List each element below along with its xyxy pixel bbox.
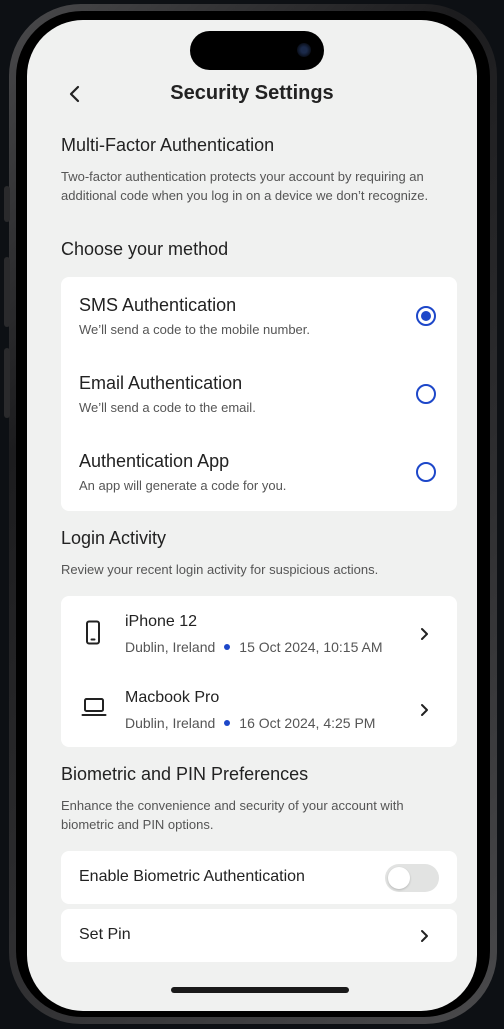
mfa-description: Two-factor authentication protects your … — [61, 169, 429, 203]
chevron-right-icon — [421, 628, 428, 640]
device-name: iPhone 12 — [125, 613, 198, 630]
biometric-heading: Biometric and PIN Preferences — [61, 764, 309, 784]
volume-up-button — [4, 257, 10, 327]
volume-down-button — [4, 348, 10, 418]
device-location: Dublin, Ireland — [125, 639, 216, 655]
method-subtitle: We’ll send a code to the mobile number. — [79, 322, 311, 337]
method-title: Authentication App — [79, 451, 230, 471]
home-indicator[interactable] — [171, 987, 349, 993]
login-activity-heading: Login Activity — [61, 528, 167, 548]
smartphone-icon — [86, 620, 100, 645]
device-meta: Dublin, Ireland 16 Oct 2024, 4:25 PM — [125, 715, 375, 731]
separator-dot — [224, 644, 231, 651]
camera-lens — [297, 43, 311, 57]
biometric-description: Enhance the convenience and security of … — [61, 798, 404, 832]
device-datetime: 16 Oct 2024, 4:25 PM — [239, 715, 376, 731]
method-title: SMS Authentication — [79, 295, 237, 315]
login-activity-card: iPhone 12 Dublin, Ireland 15 Oct 2024, 10… — [61, 596, 457, 747]
page-title: Security Settings — [170, 82, 334, 104]
method-option-sms[interactable]: SMS Authentication We’ll send a code to … — [61, 277, 457, 355]
method-title: Email Authentication — [79, 373, 243, 393]
method-option-email[interactable]: Email Authentication We’ll send a code t… — [61, 355, 457, 433]
radio-sms[interactable] — [416, 306, 436, 326]
device-name: Macbook Pro — [125, 689, 220, 706]
device-meta: Dublin, Ireland 15 Oct 2024, 10:15 AM — [125, 639, 383, 655]
method-subtitle: An app will generate a code for you. — [79, 478, 287, 493]
chevron-right-icon — [421, 930, 428, 942]
login-activity-description: Review your recent login activity for su… — [61, 562, 379, 577]
toggle-knob — [388, 867, 410, 889]
chevron-right-icon — [421, 704, 428, 716]
laptop-icon — [81, 698, 107, 716]
method-subtitle: We’ll send a code to the email. — [79, 400, 256, 415]
radio-auth-app[interactable] — [416, 462, 436, 482]
biometric-row: Enable Biometric Authentication — [61, 851, 457, 904]
choose-method-heading: Choose your method — [61, 239, 229, 259]
separator-dot — [224, 720, 231, 727]
method-card: SMS Authentication We’ll send a code to … — [61, 277, 457, 511]
action-button — [4, 186, 10, 222]
set-pin-row[interactable]: Set Pin — [61, 909, 457, 962]
device-location: Dublin, Ireland — [125, 715, 216, 731]
set-pin-label: Set Pin — [79, 926, 131, 943]
device-row-macbook[interactable]: Macbook Pro Dublin, Ireland 16 Oct 2024, … — [61, 672, 457, 748]
method-option-auth-app[interactable]: Authentication App An app will generate … — [61, 433, 457, 511]
biometric-toggle[interactable] — [385, 864, 439, 892]
device-datetime: 15 Oct 2024, 10:15 AM — [239, 639, 383, 655]
mfa-heading: Multi-Factor Authentication — [61, 135, 275, 155]
screen: Security Settings Multi-Factor Authentic… — [27, 20, 477, 1011]
radio-email[interactable] — [416, 384, 436, 404]
biometric-label: Enable Biometric Authentication — [79, 868, 305, 885]
device-row-iphone[interactable]: iPhone 12 Dublin, Ireland 15 Oct 2024, 10… — [61, 596, 457, 672]
